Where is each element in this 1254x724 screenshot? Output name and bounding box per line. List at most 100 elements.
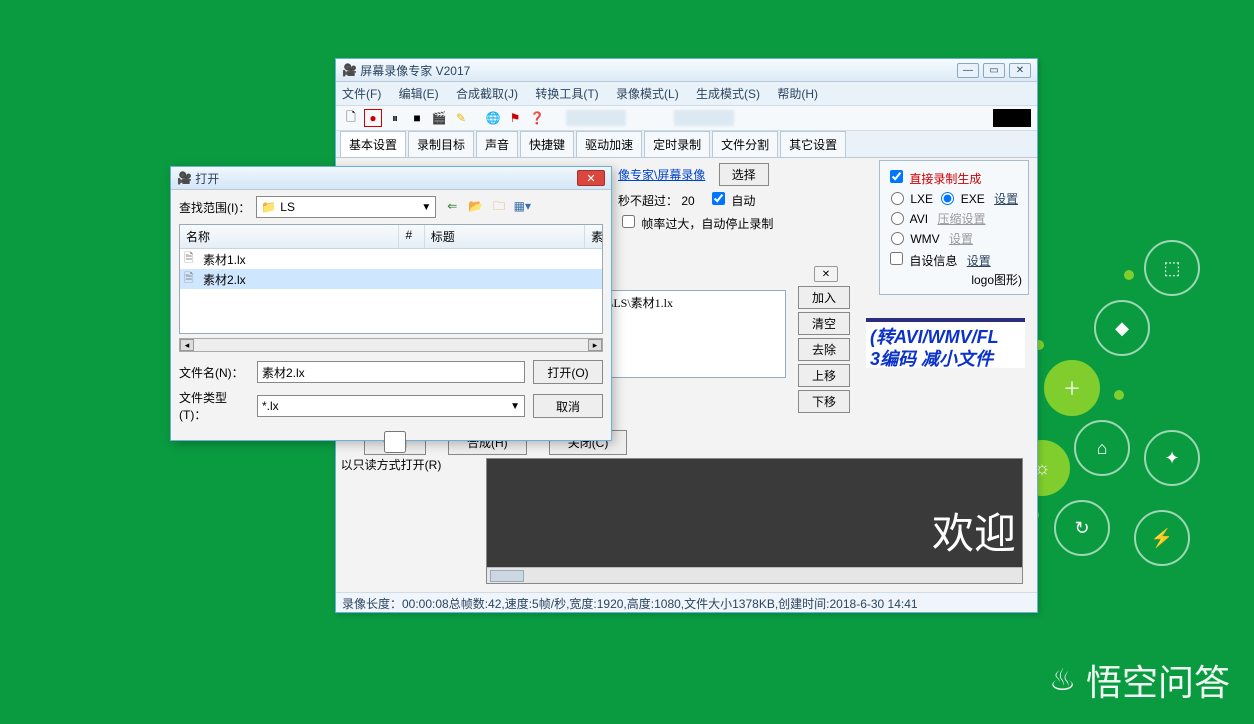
panel-close-icon[interactable]: ✕ <box>814 266 838 282</box>
filename-input[interactable] <box>257 361 525 383</box>
auto-checkbox[interactable] <box>712 192 725 205</box>
tab-split[interactable]: 文件分割 <box>712 131 778 157</box>
file-icon: 🗎 <box>184 249 200 270</box>
watermark-text: 悟空问答 <box>1086 654 1230 706</box>
selfinfo-label: 自设信息 <box>909 254 957 268</box>
btn-clear[interactable]: 清空 <box>798 312 850 335</box>
up-icon[interactable]: 📂 <box>466 199 486 213</box>
file-name: 素材2.lx <box>203 271 246 288</box>
dialog-title: 打开 <box>195 170 577 187</box>
radio-wmv[interactable] <box>891 232 904 245</box>
radio-lxe[interactable] <box>891 192 904 205</box>
pause-icon[interactable]: ⏸ <box>386 109 404 127</box>
file-path-text: \LS\素材1.lx <box>610 296 673 310</box>
tab-other[interactable]: 其它设置 <box>780 131 846 157</box>
menu-edit[interactable]: 编辑(E) <box>399 87 439 101</box>
btn-moveup[interactable]: 上移 <box>798 364 850 387</box>
dialog-bottom: 文件名(N)： 打开(O) 文件类型(T)： *.lx ▼ 取消 以只读方式打开… <box>171 356 611 477</box>
compress-link: 压缩设置 <box>937 212 985 226</box>
file-row[interactable]: 🗎 素材1.lx <box>180 249 602 269</box>
lookin-label: 查找范围(I)： <box>179 199 250 216</box>
readonly-label: 以只读方式打开(R) <box>341 458 442 472</box>
selfinfo-checkbox[interactable] <box>890 252 903 265</box>
readonly-checkbox[interactable] <box>183 431 607 453</box>
toolbar-preview-thumb <box>993 109 1031 127</box>
filetype-value: *.lx <box>262 399 279 413</box>
logo-label: logo图形) <box>971 273 1022 287</box>
radio-exe[interactable] <box>941 192 954 205</box>
col-ext[interactable]: 素 <box>585 225 602 248</box>
app-title: 屏幕录像专家 V2017 <box>360 62 957 79</box>
views-icon[interactable]: ▦▾ <box>512 199 532 213</box>
btn-add[interactable]: 加入 <box>798 286 850 309</box>
minimize-button[interactable]: — <box>957 63 979 78</box>
lookin-value: LS <box>280 200 295 214</box>
direct-record-label: 直接录制生成 <box>909 172 981 186</box>
settings-link-1[interactable]: 设置 <box>994 192 1018 206</box>
tab-basic[interactable]: 基本设置 <box>340 131 406 157</box>
label-wmv: WMV <box>910 232 939 246</box>
file-row[interactable]: 🗎 素材2.lx <box>180 269 602 289</box>
col-name[interactable]: 名称 <box>180 225 399 248</box>
close-button[interactable]: ✕ <box>1009 63 1031 78</box>
btn-remove[interactable]: 去除 <box>798 338 850 361</box>
right-panel: 直接录制生成 LXE EXE 设置 AVI 压缩设置 WMV 设置 自设信息 设… <box>879 160 1029 295</box>
file-name: 素材1.lx <box>203 251 246 268</box>
lookin-combo[interactable]: 📁 LS ▼ <box>256 196 436 218</box>
maximize-button[interactable]: ▭ <box>983 63 1005 78</box>
newfolder-icon[interactable]: 🗀 <box>489 197 509 218</box>
menu-convert[interactable]: 转换工具(T) <box>535 87 598 101</box>
statusbar: 录像长度：00:00:08总帧数:42,速度:5帧/秒,宽度:1920,高度:1… <box>336 592 1037 612</box>
side-buttons: 加入 清空 去除 上移 下移 <box>798 286 850 413</box>
dialog-titlebar: 🎥 打开 ✕ <box>171 167 611 190</box>
menubar: 文件(F) 编辑(E) 合成截取(J) 转换工具(T) 录像模式(L) 生成模式… <box>336 82 1037 106</box>
path-link[interactable]: 像专家\屏幕录像 <box>618 168 705 182</box>
mid-zone: 像专家\屏幕录像 选择 秒不超过： 20 自动 帧率过大，自动停止录制 <box>618 160 869 235</box>
settings-link-3[interactable]: 设置 <box>967 254 991 268</box>
menu-file[interactable]: 文件(F) <box>342 87 381 101</box>
edit-icon[interactable]: ✎ <box>452 109 470 127</box>
help-icon[interactable]: ❓ <box>528 109 546 127</box>
col-title[interactable]: 标题 <box>425 225 585 248</box>
col-hash[interactable]: # <box>399 225 424 248</box>
menu-recordmode[interactable]: 录像模式(L) <box>616 87 679 101</box>
autostop-checkbox[interactable] <box>622 215 635 228</box>
record-icon[interactable]: ● <box>364 109 382 127</box>
tab-sound[interactable]: 声音 <box>476 131 518 157</box>
tab-driver[interactable]: 驱动加速 <box>576 131 642 157</box>
filetype-combo[interactable]: *.lx ▼ <box>257 395 525 417</box>
cancel-button[interactable]: 取消 <box>533 394 603 418</box>
label-exe: EXE <box>961 192 985 206</box>
file-list-scrollbar[interactable]: ◂ ▸ <box>179 338 603 352</box>
back-icon[interactable]: ⇐ <box>442 199 462 213</box>
red-flag-icon[interactable]: ⚑ <box>506 109 524 127</box>
radio-avi[interactable] <box>891 212 904 225</box>
app-titlebar: 🎥 屏幕录像专家 V2017 — ▭ ✕ <box>336 59 1037 82</box>
scroll-left-icon[interactable]: ◂ <box>180 339 194 351</box>
toolbar-blur-1 <box>566 110 626 126</box>
menu-genmode[interactable]: 生成模式(S) <box>696 87 760 101</box>
select-button[interactable]: 选择 <box>719 163 769 186</box>
watermark: ♨ 悟空问答 <box>1049 654 1230 706</box>
btn-movedown[interactable]: 下移 <box>798 390 850 413</box>
file-list: 名称 # 标题 素 🗎 素材1.lx 🗎 素材2.lx <box>179 224 603 334</box>
globe-icon[interactable]: 🌐 <box>484 109 502 127</box>
direct-record-checkbox[interactable] <box>890 170 903 183</box>
dialog-close-button[interactable]: ✕ <box>577 170 605 186</box>
tabsbar: 基本设置 录制目标 声音 快捷键 驱动加速 定时录制 文件分割 其它设置 <box>336 131 1037 158</box>
preview-scrollbar[interactable] <box>487 567 1022 583</box>
open-button[interactable]: 打开(O) <box>533 360 603 384</box>
filename-label: 文件名(N)： <box>179 364 249 381</box>
menu-combine[interactable]: 合成截取(J) <box>456 87 518 101</box>
tab-hotkey[interactable]: 快捷键 <box>520 131 574 157</box>
app-icon: 🎥 <box>342 63 357 77</box>
tab-target[interactable]: 录制目标 <box>408 131 474 157</box>
camera-icon[interactable]: 🎬 <box>430 109 448 127</box>
stop-icon[interactable]: ■ <box>408 109 426 127</box>
menu-help[interactable]: 帮助(H) <box>777 87 818 101</box>
lookin-row: 查找范围(I)： 📁 LS ▼ ⇐ 📂 🗀 ▦▾ <box>171 190 611 224</box>
scroll-right-icon[interactable]: ▸ <box>588 339 602 351</box>
new-icon[interactable]: 🗋 <box>342 109 360 127</box>
auto-label: 自动 <box>731 194 755 208</box>
tab-timed[interactable]: 定时录制 <box>644 131 710 157</box>
